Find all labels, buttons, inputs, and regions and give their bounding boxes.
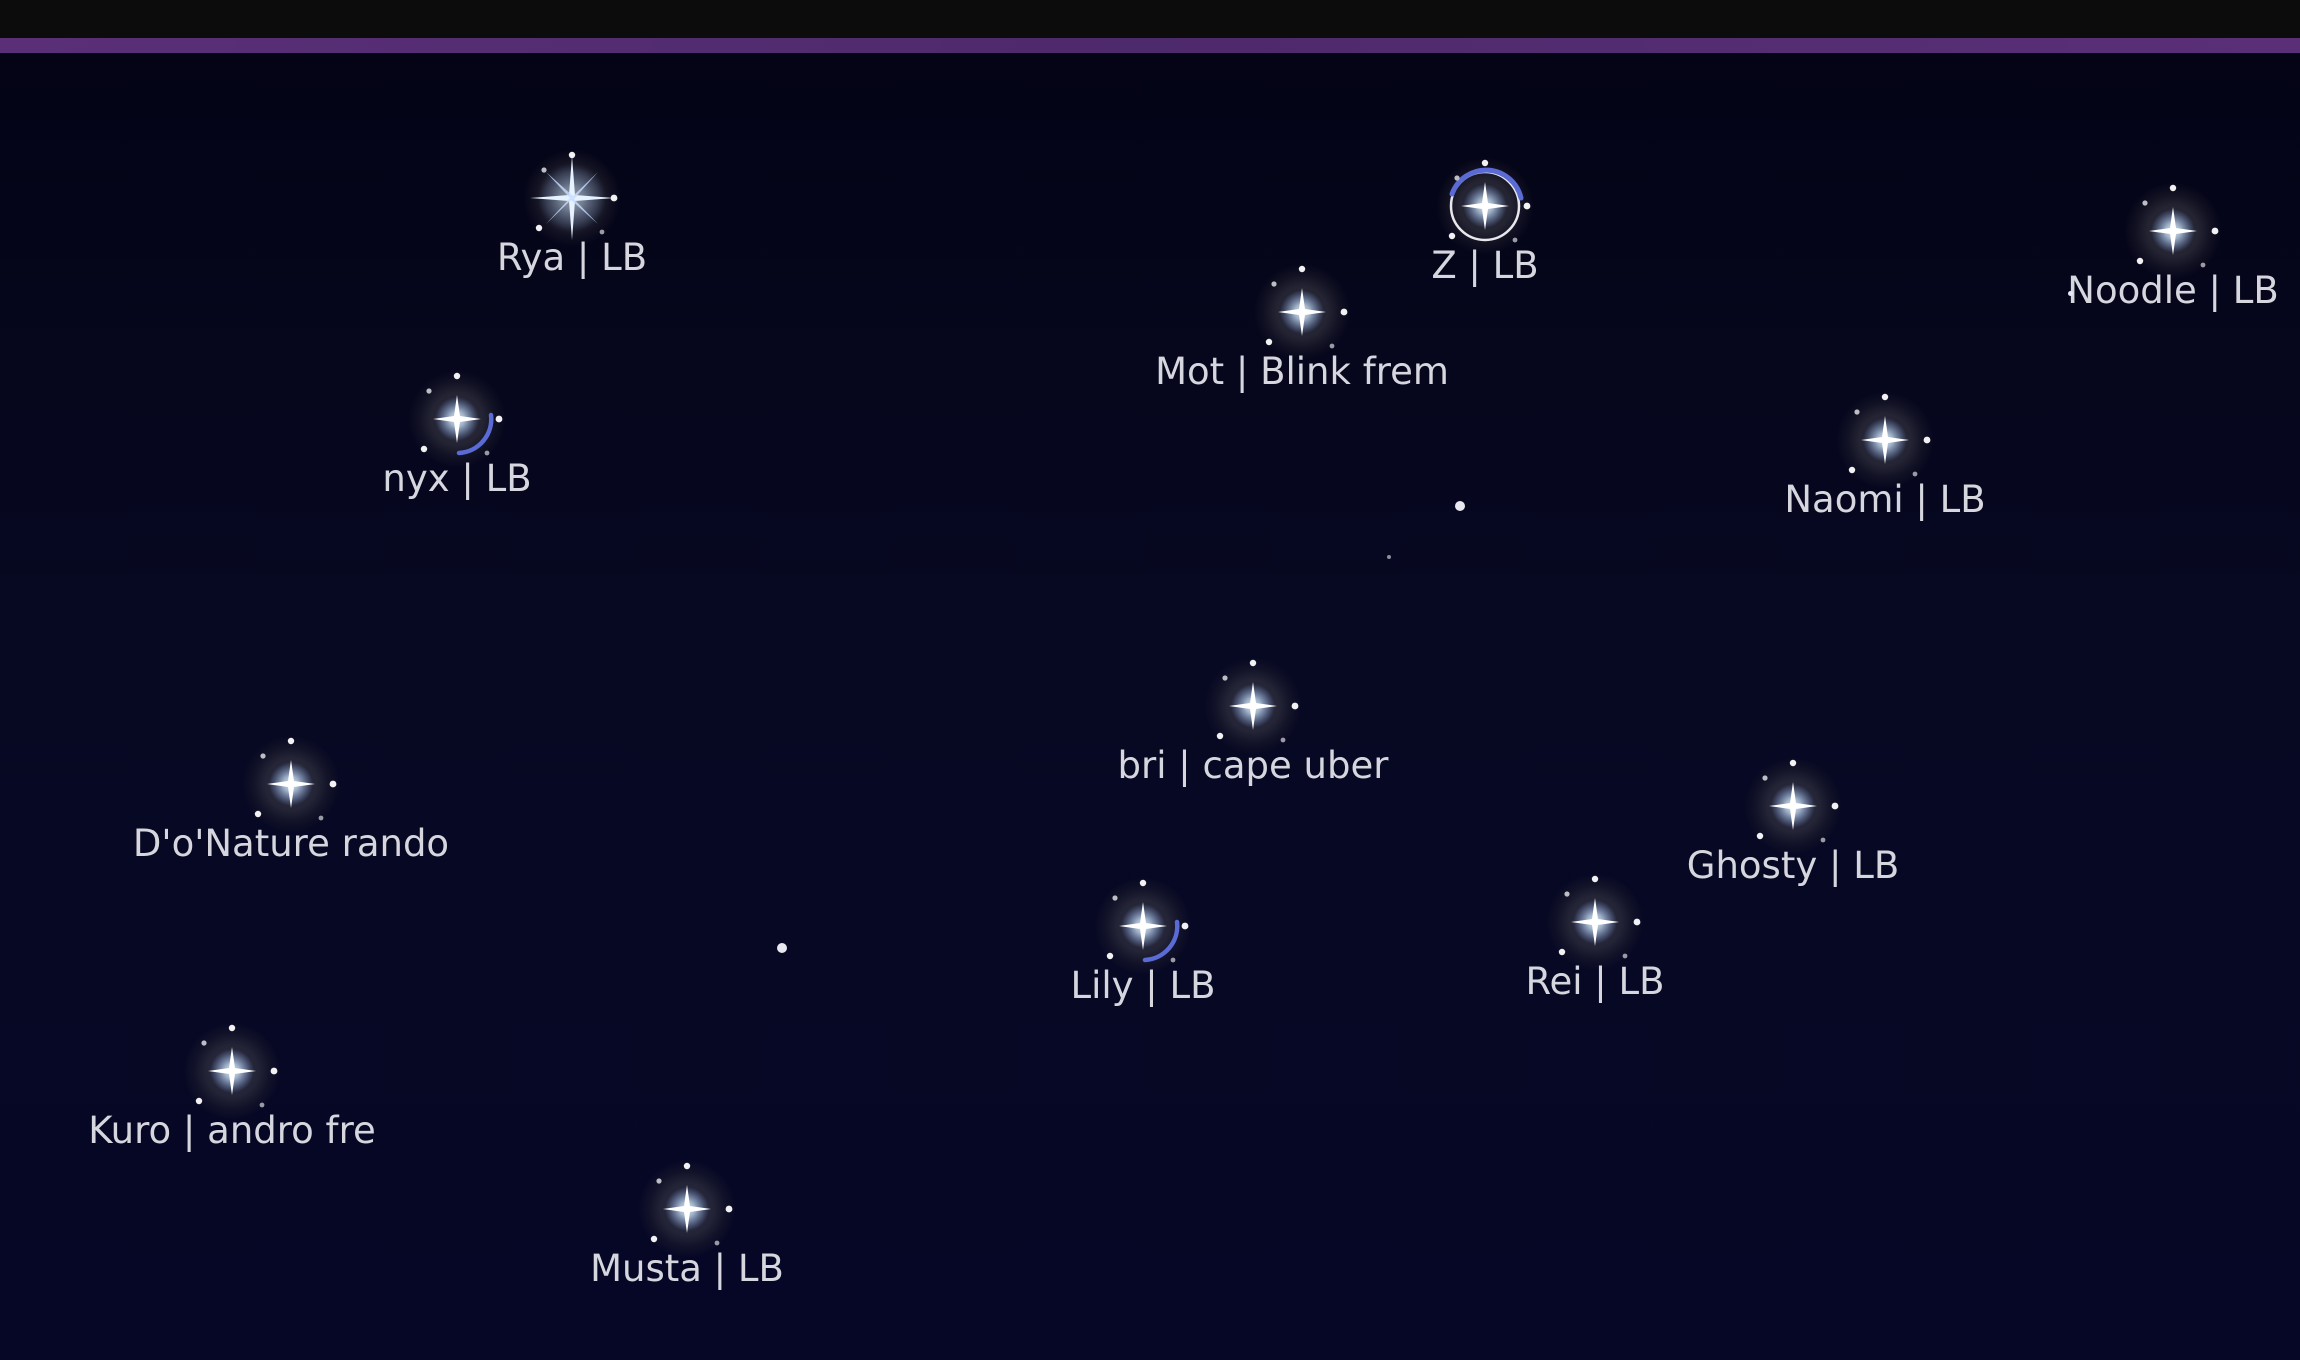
star-rya-icon[interactable] <box>524 150 620 246</box>
star-bri-icon[interactable] <box>1205 658 1301 754</box>
star-naomi-icon[interactable] <box>1837 392 1933 488</box>
star-naomi-label[interactable]: Naomi | LB <box>1585 478 2185 522</box>
star-musta-label[interactable]: Musta | LB <box>387 1247 987 1291</box>
top-bar <box>0 0 2300 38</box>
star-map[interactable]: Rya | LB Z | LB Noodle | LB Mot | Blink … <box>0 53 2300 1360</box>
background-star-dot <box>1387 555 1391 559</box>
star-kuro-label[interactable]: Kuro | andro fre <box>0 1109 532 1153</box>
star-mot-label[interactable]: Mot | Blink frem <box>1002 350 1602 394</box>
star-mot-icon[interactable] <box>1254 264 1350 360</box>
star-z-icon[interactable] <box>1437 158 1533 254</box>
background-star-dot <box>1455 501 1465 511</box>
accent-line <box>0 38 2300 53</box>
star-noodle-label[interactable]: Noodle | LB <box>1873 269 2300 313</box>
star-bri-label[interactable]: bri | cape uber <box>953 744 1553 788</box>
star-rei-icon[interactable] <box>1547 874 1643 970</box>
star-rei-label[interactable]: Rei | LB <box>1295 960 1895 1004</box>
star-noodle-icon[interactable] <box>2125 183 2221 279</box>
background-star-dot <box>777 943 787 953</box>
star-ghosty-icon[interactable] <box>1745 758 1841 854</box>
star-lily-icon[interactable] <box>1095 878 1191 974</box>
star-nyx-label[interactable]: nyx | LB <box>157 457 757 501</box>
star-kuro-icon[interactable] <box>184 1023 280 1119</box>
star-donature-label[interactable]: D'o'Nature rando <box>0 822 591 866</box>
star-nyx-icon[interactable] <box>409 371 505 467</box>
star-donature-icon[interactable] <box>243 736 339 832</box>
background-star-dot <box>2068 291 2073 296</box>
star-musta-icon[interactable] <box>639 1161 735 1257</box>
star-rya-label[interactable]: Rya | LB <box>272 236 872 280</box>
